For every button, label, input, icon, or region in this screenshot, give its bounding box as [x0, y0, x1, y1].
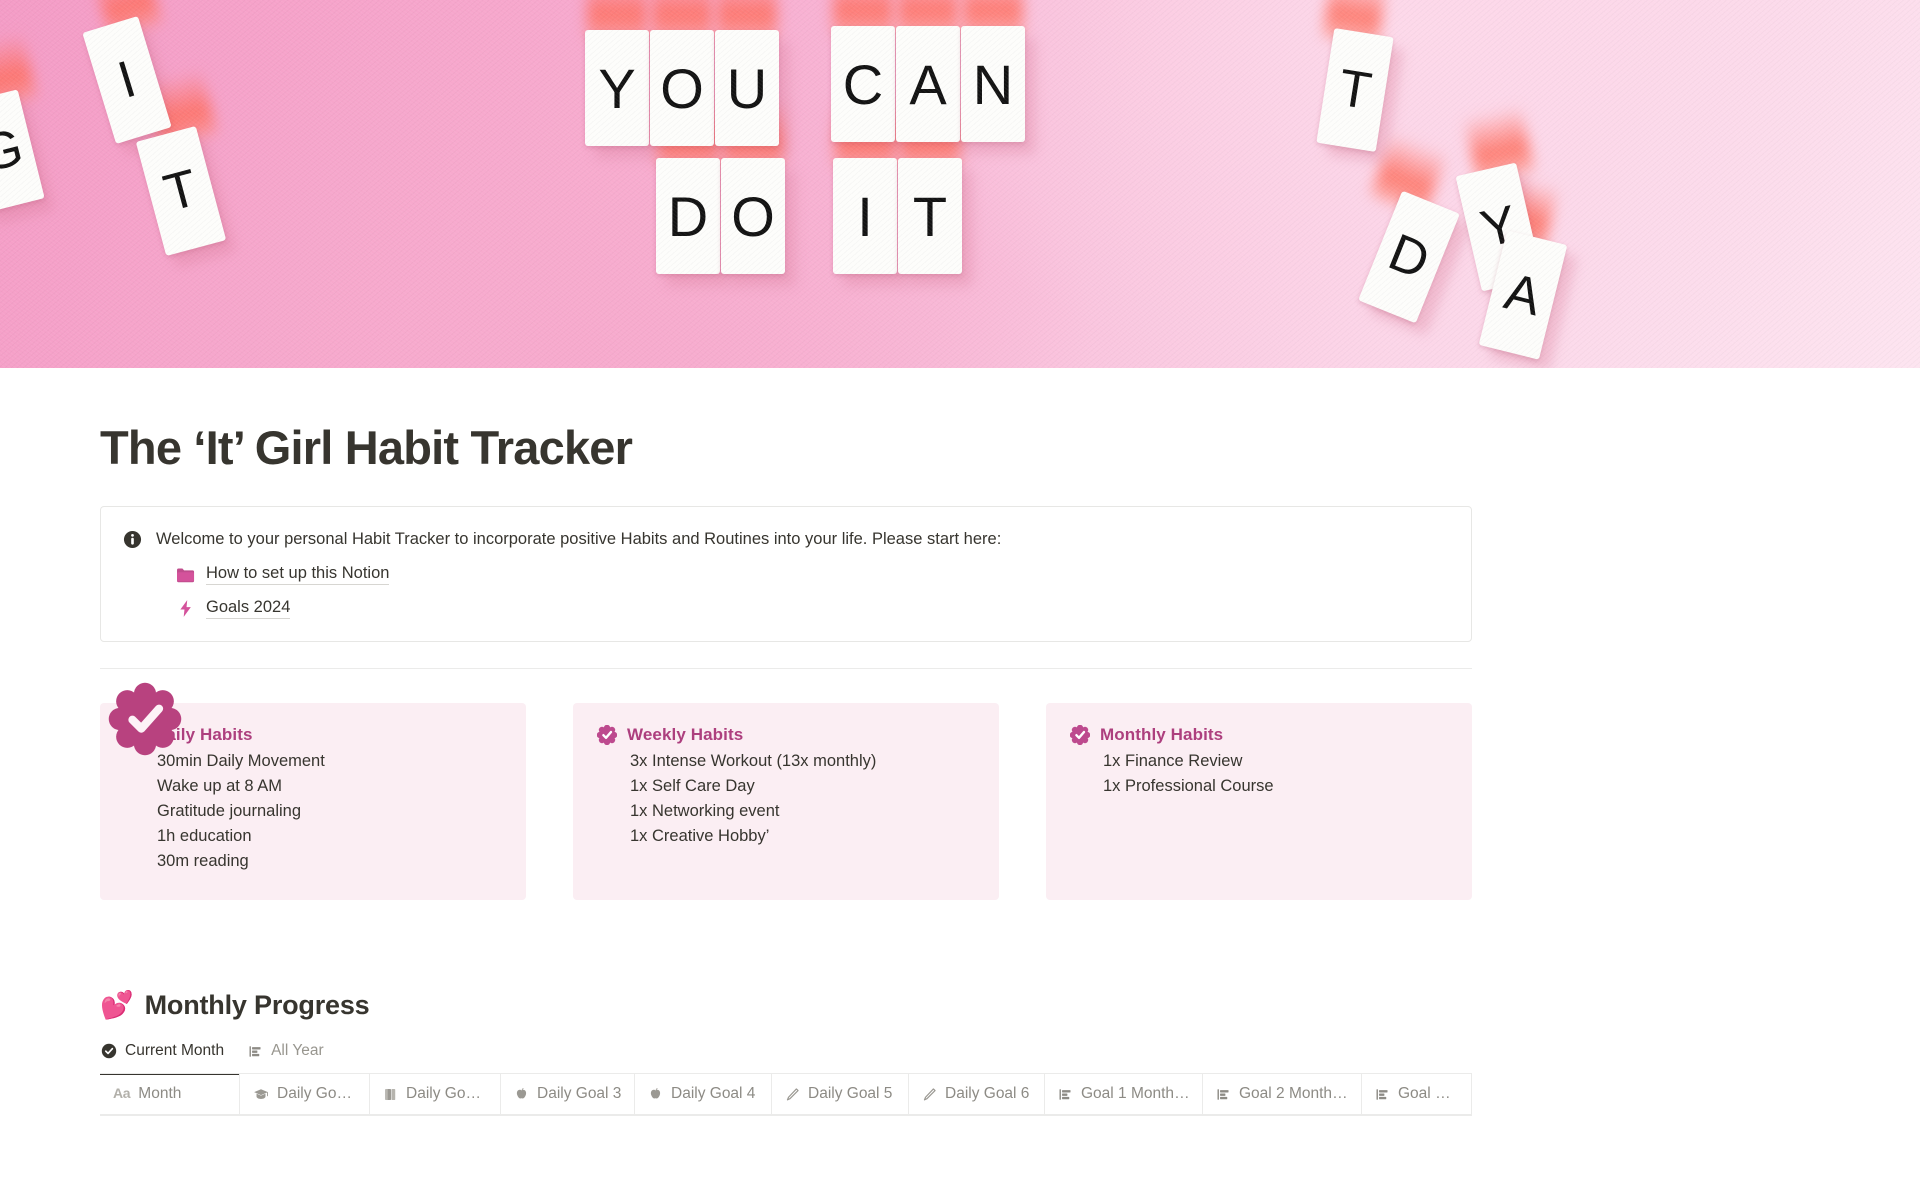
- habit-item-list: 30min Daily Movement Wake up at 8 AM Grati…: [124, 749, 502, 874]
- bar-chart-icon: [1058, 1087, 1073, 1102]
- habit-item: 1x Self Care Day: [630, 777, 755, 796]
- habit-item: 3x Intense Workout (13x monthly): [630, 752, 877, 771]
- page-cover-banner: YOUCANDOITGITTDYA: [0, 0, 1920, 368]
- habit-item: 30m reading: [157, 852, 249, 871]
- table-column-label: Daily Goal 3: [537, 1085, 622, 1103]
- table-column-label: Daily Goal 4: [671, 1085, 756, 1103]
- section-title: Monthly Progress: [144, 990, 370, 1021]
- habit-item-list: 1x Finance Review 1x Professional Course: [1070, 749, 1448, 799]
- pencil-icon: [785, 1087, 800, 1102]
- aa-text-icon: Aa: [113, 1085, 131, 1102]
- letter-tile: D: [1358, 190, 1460, 324]
- letter-tile: U: [715, 30, 779, 146]
- table-column-label: Daily Goal 2: [406, 1085, 488, 1103]
- table-column-header[interactable]: Goal 2 Monthly…: [1203, 1074, 1362, 1115]
- database-tab-all-year[interactable]: All Year: [247, 1040, 325, 1064]
- link-label[interactable]: Goals 2024: [206, 598, 291, 620]
- habit-card-title: Monthly Habits: [1100, 725, 1224, 745]
- letter-tile: T: [898, 158, 962, 274]
- habit-card: Monthly Habits 1x Finance Review 1x Profe…: [1046, 703, 1472, 901]
- table-column-header[interactable]: Daily Goal 2: [370, 1074, 501, 1115]
- table-column-header[interactable]: Aa Month: [100, 1074, 240, 1115]
- letter-tile: Y: [585, 30, 649, 146]
- letter-tile: I: [82, 16, 172, 144]
- callout-text: Welcome to your personal Habit Tracker t…: [156, 529, 1002, 548]
- section-divider: [100, 668, 1472, 670]
- letter-tile: O: [721, 158, 785, 274]
- habit-card: Weekly Habits 3x Intense Workout (13x mo…: [573, 703, 999, 901]
- table-column-header[interactable]: Daily Goal 6: [909, 1074, 1045, 1115]
- letter-tile: O: [650, 30, 714, 146]
- check-badge-icon: [597, 725, 617, 746]
- page-title: The ‘It’ Girl Habit Tracker: [100, 421, 633, 474]
- database-table: Aa Month Daily Goal 1 Daily Goal 2 Daily…: [100, 1074, 1472, 1117]
- column-active-indicator: [100, 1074, 239, 1076]
- habit-item: 1x Creative Hobby’: [630, 827, 770, 846]
- habit-card-title: Weekly Habits: [627, 725, 744, 745]
- habit-item: 30min Daily Movement: [157, 752, 325, 771]
- check-badge-icon: [1070, 725, 1090, 746]
- table-column-header[interactable]: Goal 1 Monthly…: [1045, 1074, 1203, 1115]
- two-hearts-emoji: 💕: [100, 990, 134, 1021]
- table-column-label: Daily Goal 5: [808, 1085, 893, 1103]
- book-icon: [383, 1087, 398, 1102]
- letter-tile: C: [831, 26, 895, 142]
- letter-tile: N: [961, 26, 1025, 142]
- table-column-header[interactable]: Daily Goal 4: [635, 1074, 772, 1115]
- letter-tile: T: [1316, 28, 1394, 152]
- link-label[interactable]: How to set up this Notion: [206, 564, 390, 586]
- table-row-divider: [100, 1115, 1472, 1117]
- habit-item-list: 3x Intense Workout (13x monthly) 1x Self …: [597, 749, 975, 849]
- letter-tile: T: [135, 125, 227, 257]
- page-body: The ‘It’ Girl Habit Tracker Welcome to y…: [0, 421, 1920, 1117]
- link-row-how-to-set-up[interactable]: How to set up this Notion: [156, 564, 1449, 586]
- habit-item: 1x Networking event: [630, 802, 780, 821]
- table-column-header[interactable]: Daily Goal 3: [501, 1074, 635, 1115]
- habit-cards-row: Daily Habits 30min Daily Movement Wake up…: [100, 703, 1472, 901]
- table-column-label: Daily Goal 6: [945, 1085, 1030, 1103]
- intro-callout: Welcome to your personal Habit Tracker t…: [100, 505, 1472, 643]
- info-icon: [123, 530, 142, 549]
- page-icon-scalloped-check-badge[interactable]: [108, 682, 182, 756]
- apple-icon: [648, 1086, 663, 1102]
- letter-tile: D: [656, 158, 720, 274]
- bar-chart-icon: [1375, 1087, 1390, 1102]
- monthly-progress-heading: 💕 Monthly Progress: [100, 990, 1472, 1021]
- bar-chart-icon: [248, 1044, 263, 1059]
- lightning-bolt-icon: [176, 599, 195, 618]
- habit-card-header: Monthly Habits: [1070, 725, 1448, 746]
- table-column-header[interactable]: Goal 3 Monthly…: [1362, 1074, 1472, 1115]
- letter-tile: I: [833, 158, 897, 274]
- habit-item: Wake up at 8 AM: [157, 777, 283, 796]
- table-column-header[interactable]: Daily Goal 5: [772, 1074, 909, 1115]
- database-tab-current-month[interactable]: Current Month: [100, 1040, 225, 1064]
- pencil-icon: [922, 1087, 937, 1102]
- bar-chart-icon: [1216, 1087, 1231, 1102]
- database-view-tabs: Current Month All Year: [100, 1040, 1472, 1075]
- table-column-label: Daily Goal 1: [277, 1085, 357, 1103]
- database-tab-label: All Year: [271, 1042, 324, 1060]
- monthly-progress-database: Current Month All Year Aa Month Daily Go…: [100, 1040, 1472, 1117]
- graduation-cap-icon: [253, 1086, 269, 1102]
- folder-icon: [176, 567, 195, 583]
- table-header-row: Aa Month Daily Goal 1 Daily Goal 2 Daily…: [100, 1074, 1472, 1116]
- letter-tile: A: [896, 26, 960, 142]
- link-row-goals-2024[interactable]: Goals 2024: [156, 598, 1449, 620]
- habit-item: 1h education: [157, 827, 252, 846]
- habit-item: Gratitude journaling: [157, 802, 302, 821]
- database-tab-label: Current Month: [125, 1042, 225, 1060]
- check-circle-icon: [101, 1043, 117, 1059]
- habit-item: 1x Professional Course: [1103, 777, 1274, 796]
- table-column-header[interactable]: Daily Goal 1: [240, 1074, 370, 1115]
- table-column-label: Goal 1 Monthly…: [1081, 1085, 1190, 1103]
- habit-item: 1x Finance Review: [1103, 752, 1243, 771]
- table-column-label: Month: [138, 1085, 182, 1103]
- letter-tile: G: [0, 89, 45, 213]
- table-column-label: Goal 2 Monthly…: [1239, 1085, 1349, 1103]
- table-column-label: Goal 3 Monthly…: [1398, 1085, 1459, 1103]
- apple-icon: [514, 1086, 529, 1102]
- habit-card-header: Weekly Habits: [597, 725, 975, 746]
